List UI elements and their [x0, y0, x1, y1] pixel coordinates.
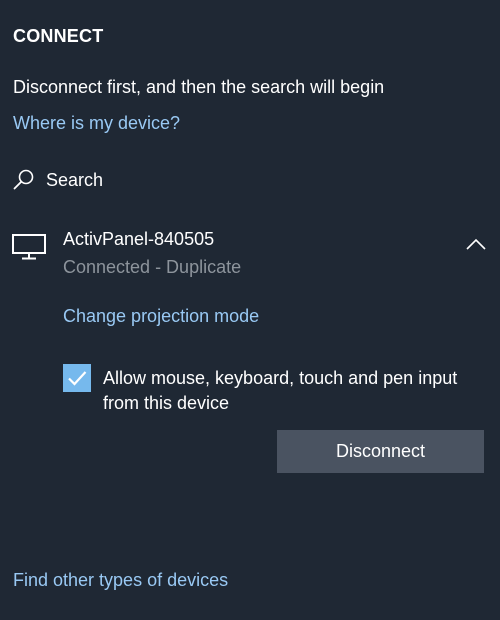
search-label: Search	[46, 169, 104, 190]
find-other-devices-link[interactable]: Find other types of devices	[13, 570, 228, 591]
checkmark-icon	[68, 371, 87, 386]
where-is-my-device-link[interactable]: Where is my device?	[13, 113, 180, 134]
device-item: ActivPanel-840505 Connected - Duplicate …	[0, 220, 500, 490]
disconnect-button[interactable]: Disconnect	[277, 430, 484, 473]
panel-title: CONNECT	[13, 26, 104, 46]
device-name: ActivPanel-840505	[63, 229, 215, 249]
search-button[interactable]: Search	[12, 166, 103, 194]
connect-panel: CONNECT Disconnect first, and then the s…	[0, 0, 500, 620]
search-icon	[12, 168, 36, 192]
change-projection-mode-link[interactable]: Change projection mode	[63, 306, 259, 327]
allow-input-checkbox[interactable]	[63, 364, 91, 392]
allow-input-label: Allow mouse, keyboard, touch and pen inp…	[103, 368, 458, 413]
status-message: Disconnect first, and then the search wi…	[13, 77, 385, 97]
chevron-up-icon[interactable]	[465, 236, 487, 252]
device-status: Connected - Duplicate	[63, 257, 242, 277]
monitor-icon	[12, 234, 46, 265]
